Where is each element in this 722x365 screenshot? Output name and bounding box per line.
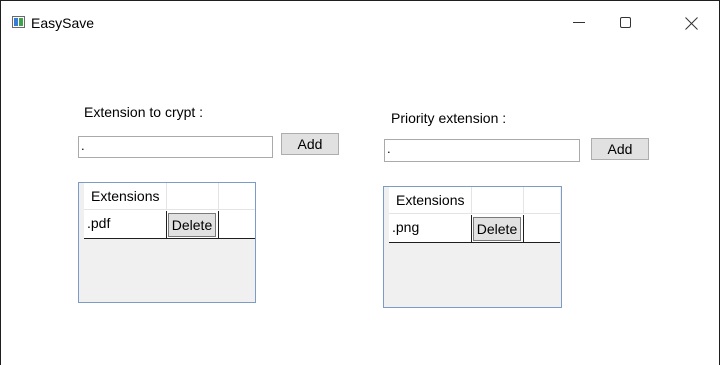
table-row[interactable]: .png Delete <box>389 215 560 243</box>
window-title: EasySave <box>31 15 95 31</box>
crypt-extension-label: Extension to crypt : <box>84 104 204 120</box>
priority-extension-input[interactable]: . <box>384 139 580 162</box>
app-window: EasySave Extension to crypt : . Add Exte… <box>0 0 720 365</box>
priority-extension-label: Priority extension : <box>391 110 507 126</box>
close-button[interactable] <box>669 8 715 38</box>
grid-header: Extensions <box>389 187 560 215</box>
table-row[interactable]: .pdf Delete <box>84 211 255 239</box>
title-bar[interactable]: EasySave <box>1 1 719 45</box>
column-header-action[interactable] <box>167 183 219 210</box>
maximize-button[interactable] <box>603 8 649 38</box>
column-header-extensions[interactable]: Extensions <box>84 183 167 210</box>
crypt-add-button[interactable]: Add <box>281 133 339 155</box>
priority-add-button[interactable]: Add <box>591 138 649 160</box>
column-header-filler <box>219 183 255 210</box>
column-header-extensions[interactable]: Extensions <box>389 187 472 214</box>
column-header-action[interactable] <box>472 187 524 214</box>
crypt-extension-input[interactable]: . <box>78 136 273 158</box>
extension-cell[interactable]: .pdf <box>84 211 167 238</box>
filler-cell <box>219 211 255 238</box>
delete-button[interactable]: Delete <box>168 213 216 237</box>
close-icon <box>685 16 699 30</box>
app-icon <box>12 16 25 28</box>
delete-button[interactable]: Delete <box>473 217 521 241</box>
extension-cell[interactable]: .png <box>389 215 472 242</box>
filler-cell <box>524 215 560 242</box>
minimize-icon <box>573 22 585 23</box>
grid-header: Extensions <box>84 183 255 211</box>
minimize-button[interactable] <box>556 8 602 38</box>
priority-extensions-grid[interactable]: Extensions .png Delete <box>383 186 562 308</box>
action-cell: Delete <box>167 211 219 238</box>
column-header-filler <box>524 187 560 214</box>
maximize-icon <box>620 17 631 28</box>
crypt-extensions-grid[interactable]: Extensions .pdf Delete <box>78 182 256 303</box>
action-cell: Delete <box>472 215 524 242</box>
